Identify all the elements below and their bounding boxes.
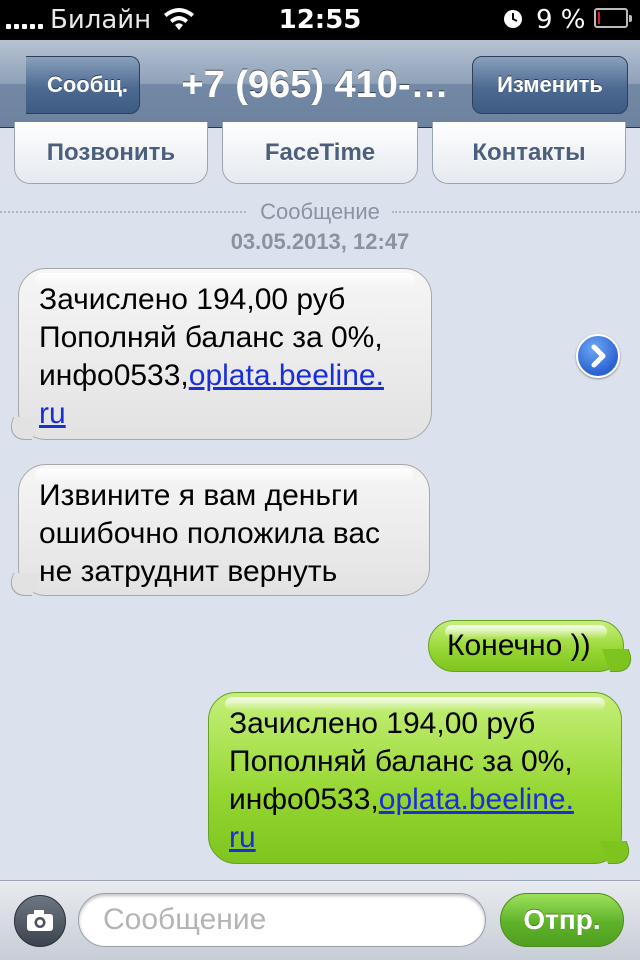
message-line: ru: [229, 819, 601, 857]
message-line: Пополняй баланс за 0%,: [229, 745, 573, 778]
contacts-button[interactable]: Контакты: [432, 122, 626, 184]
message-line: не затруднит вернуть: [39, 555, 338, 588]
message-link-continued[interactable]: ru: [39, 397, 66, 430]
message-link[interactable]: oplata.beeline.: [189, 359, 384, 392]
message-timestamp: 03.05.2013, 12:47: [230, 229, 410, 254]
camera-button[interactable]: [14, 895, 66, 947]
composer-bar: Отпр.: [0, 880, 640, 960]
back-button-label: Сообщ.: [46, 72, 129, 97]
message-text: инфо0533,: [229, 783, 379, 816]
contact-title: +7 (965) 410-…: [181, 64, 449, 106]
status-bar: Билайн 12:55 9 %: [0, 0, 640, 40]
message-line: ошибочно положила вас: [39, 517, 381, 550]
message-line: Зачислено 194,00 руб: [229, 707, 536, 740]
message-bubble-incoming[interactable]: Зачислено 194,00 руб Пополняй баланс за …: [18, 268, 432, 440]
battery-icon: [594, 8, 632, 28]
message-bubble-incoming[interactable]: Извините я вам деньги ошибочно положила …: [18, 464, 430, 596]
message-link-continued[interactable]: ru: [229, 821, 256, 854]
message-bubble-outgoing[interactable]: Зачислено 194,00 руб Пополняй баланс за …: [208, 692, 622, 864]
facetime-button[interactable]: FaceTime: [222, 122, 418, 184]
camera-icon: [27, 910, 53, 931]
message-bubble-outgoing[interactable]: Конечно )): [428, 620, 624, 672]
back-button[interactable]: Сообщ.: [26, 56, 140, 114]
message-link[interactable]: oplata.beeline.: [379, 783, 574, 816]
edit-button[interactable]: Изменить: [472, 56, 628, 114]
battery-level-fill: [598, 12, 600, 24]
navigation-bar: Сообщ. +7 (965) 410-… Изменить: [0, 40, 640, 128]
thread-section-label: Сообщение: [260, 199, 380, 224]
message-line: инфо0533,oplata.beeline.: [229, 781, 601, 819]
message-line: Конечно )): [447, 629, 591, 662]
send-button[interactable]: Отпр.: [500, 893, 624, 947]
message-line: Зачислено 194,00 руб: [39, 283, 346, 316]
message-line: ru: [39, 395, 411, 433]
call-button[interactable]: Позвонить: [14, 122, 208, 184]
message-line: Извините я вам деньги: [39, 479, 359, 512]
message-line: Пополняй баланс за 0%,: [39, 321, 383, 354]
battery-percent: 9 %: [536, 5, 586, 35]
alarm-icon: [504, 10, 522, 28]
message-input[interactable]: [78, 893, 486, 947]
message-line: инфо0533,oplata.beeline.: [39, 357, 411, 395]
message-text: инфо0533,: [39, 359, 189, 392]
chevron-right-circle-icon[interactable]: [576, 334, 620, 378]
